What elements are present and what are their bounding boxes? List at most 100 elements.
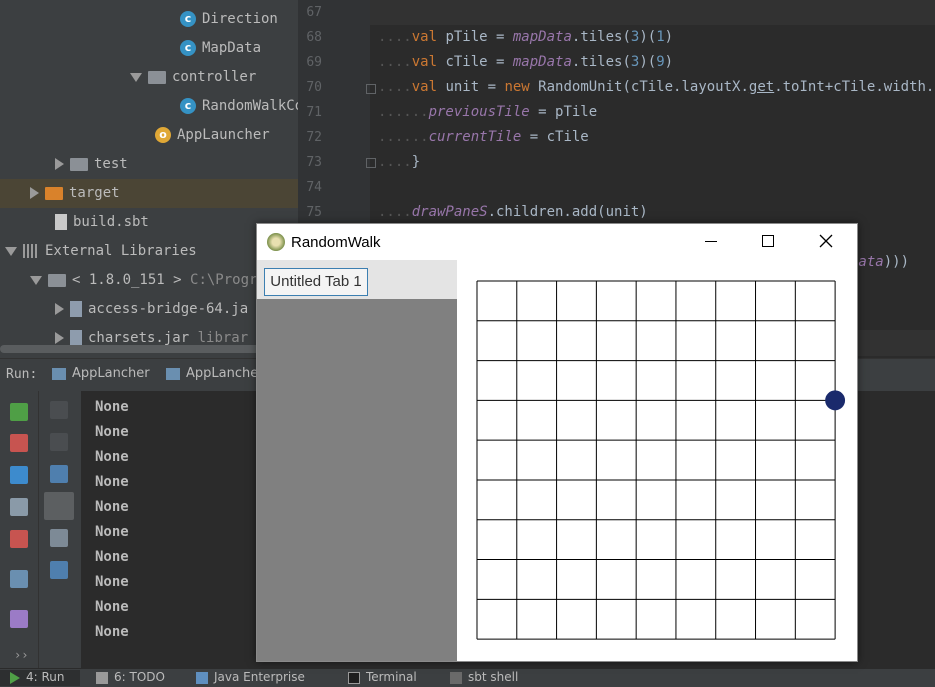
line-number: 73: [306, 155, 322, 170]
tree-item-controller[interactable]: controller: [130, 63, 256, 92]
window-icon: [52, 367, 66, 380]
line-number: 75: [306, 205, 322, 220]
tree-item-target[interactable]: target: [0, 179, 298, 208]
scroll-to-end-icon[interactable]: [44, 492, 74, 520]
tree-item-applauncher[interactable]: o AppLauncher: [155, 121, 270, 150]
code-line-70: ....val unit = new RandomUnit(cTile.layo…: [378, 79, 935, 95]
tree-item-build-sbt[interactable]: build.sbt: [55, 208, 149, 237]
rerun-icon[interactable]: [10, 403, 28, 421]
folder-icon: [45, 186, 63, 200]
bottom-tab-sbt-shell[interactable]: sbt shell: [450, 670, 518, 684]
randomwalk-window: RandomWalk Untitled Tab 1: [256, 223, 858, 662]
run-tab-applancher-1[interactable]: AppLancher: [52, 366, 150, 381]
tree-item-test[interactable]: test: [55, 150, 128, 179]
minimize-icon[interactable]: [705, 241, 717, 242]
run-label: Run:: [6, 367, 38, 382]
folder-icon: [48, 273, 66, 287]
line-number: 67: [306, 5, 322, 20]
code-line-69: ....val cTile = mapData.tiles(3)(9): [378, 54, 674, 70]
project-tree: c Direction c MapData controller c RandomWa…: [0, 0, 298, 358]
console-output-line: None: [95, 449, 129, 465]
libraries-icon: [23, 244, 39, 258]
todo-icon: [96, 671, 108, 684]
folder-icon: [70, 157, 88, 171]
console-output-line: None: [95, 499, 129, 515]
bottom-tab-terminal[interactable]: Terminal: [348, 670, 417, 684]
layout-icon[interactable]: [10, 570, 28, 588]
more-icon[interactable]: ››: [14, 648, 28, 662]
tree-horizontal-scrollbar[interactable]: [0, 345, 285, 353]
fold-marker-icon[interactable]: [366, 158, 376, 168]
soft-wrap-icon[interactable]: [50, 465, 68, 483]
tree-item-access-bridge[interactable]: access-bridge-64.ja: [55, 295, 248, 324]
bottom-tab-java-enterprise[interactable]: Java Enterprise: [196, 670, 305, 684]
tree-item-external-libraries[interactable]: External Libraries: [5, 237, 197, 266]
fold-marker-icon[interactable]: [366, 84, 376, 94]
jar-icon: [70, 301, 82, 317]
tree-item-mapdata[interactable]: c MapData: [180, 34, 261, 63]
window-icon: [166, 367, 180, 380]
bottom-tab-todo[interactable]: 6: TODO: [96, 670, 165, 684]
tree-item-jdk[interactable]: < 1.8.0_151 > C:\Progr: [30, 266, 257, 295]
code-line-73: ....}: [378, 154, 421, 170]
close-icon[interactable]: [819, 234, 833, 248]
console-output-line: None: [95, 549, 129, 565]
chevron-right-icon[interactable]: [55, 332, 64, 344]
console-output-line: None: [95, 424, 129, 440]
console-output-line: None: [95, 524, 129, 540]
trash-icon[interactable]: [50, 561, 68, 579]
play-icon: [10, 671, 20, 684]
camera-icon[interactable]: [10, 498, 28, 516]
tab-untitled-1[interactable]: Untitled Tab 1: [264, 268, 368, 296]
console-output-line: None: [95, 599, 129, 615]
console-output-line: None: [95, 574, 129, 590]
pin-icon[interactable]: [10, 610, 28, 628]
line-number: 71: [306, 105, 322, 120]
line-number: 68: [306, 30, 322, 45]
jar-icon: [70, 330, 82, 346]
code-line-71: ......previousTile = pTile: [378, 104, 598, 120]
run-tab-applancher-2[interactable]: AppLancher: [166, 366, 264, 381]
pause-icon[interactable]: [10, 466, 28, 484]
sbt-shell-icon: [450, 671, 462, 684]
code-line-75: ....drawPaneS.children.add(unit): [378, 204, 648, 220]
line-number: 74: [306, 180, 322, 195]
java-enterprise-icon: [196, 671, 208, 684]
class-icon: c: [180, 40, 196, 56]
stop-icon[interactable]: [10, 434, 28, 452]
down-arrow-icon[interactable]: [50, 433, 68, 451]
object-icon: o: [155, 127, 171, 143]
chevron-right-icon[interactable]: [30, 187, 39, 199]
code-line-overflow: Data))): [850, 254, 910, 270]
bottom-tab-run[interactable]: 4: Run: [10, 670, 65, 684]
console-output-line: None: [95, 399, 129, 415]
window-title: RandomWalk: [291, 234, 381, 251]
maximize-icon[interactable]: [762, 235, 774, 247]
print-icon[interactable]: [50, 529, 68, 547]
grid-board[interactable]: [476, 280, 856, 660]
chevron-down-icon[interactable]: [30, 275, 42, 285]
file-icon: [55, 214, 67, 230]
java-app-icon: [267, 233, 285, 251]
line-number: 69: [306, 55, 322, 70]
tab-pane: Untitled Tab 1: [257, 260, 457, 661]
tree-item-direction[interactable]: c Direction: [180, 5, 278, 34]
console-output-line: None: [95, 624, 129, 640]
tree-item-randomwalkcontroller[interactable]: c RandomWalkCo: [180, 92, 298, 121]
tab-header-area: Untitled Tab 1: [257, 260, 457, 299]
editor-line-highlight: [856, 330, 935, 356]
package-icon: [148, 70, 166, 84]
class-icon: c: [180, 11, 196, 27]
exit-icon[interactable]: [10, 530, 28, 548]
chevron-down-icon[interactable]: [5, 246, 17, 256]
code-line-68: ....val pTile = mapData.tiles(3)(1): [378, 29, 674, 45]
code-line-72: ......currentTile = cTile: [378, 129, 589, 145]
up-arrow-icon[interactable]: [50, 401, 68, 419]
terminal-icon: [348, 671, 360, 684]
chevron-right-icon[interactable]: [55, 303, 64, 315]
chevron-down-icon[interactable]: [130, 72, 142, 82]
line-number: 70: [306, 80, 322, 95]
window-titlebar[interactable]: RandomWalk: [257, 224, 857, 260]
line-number: 72: [306, 130, 322, 145]
chevron-right-icon[interactable]: [55, 158, 64, 170]
